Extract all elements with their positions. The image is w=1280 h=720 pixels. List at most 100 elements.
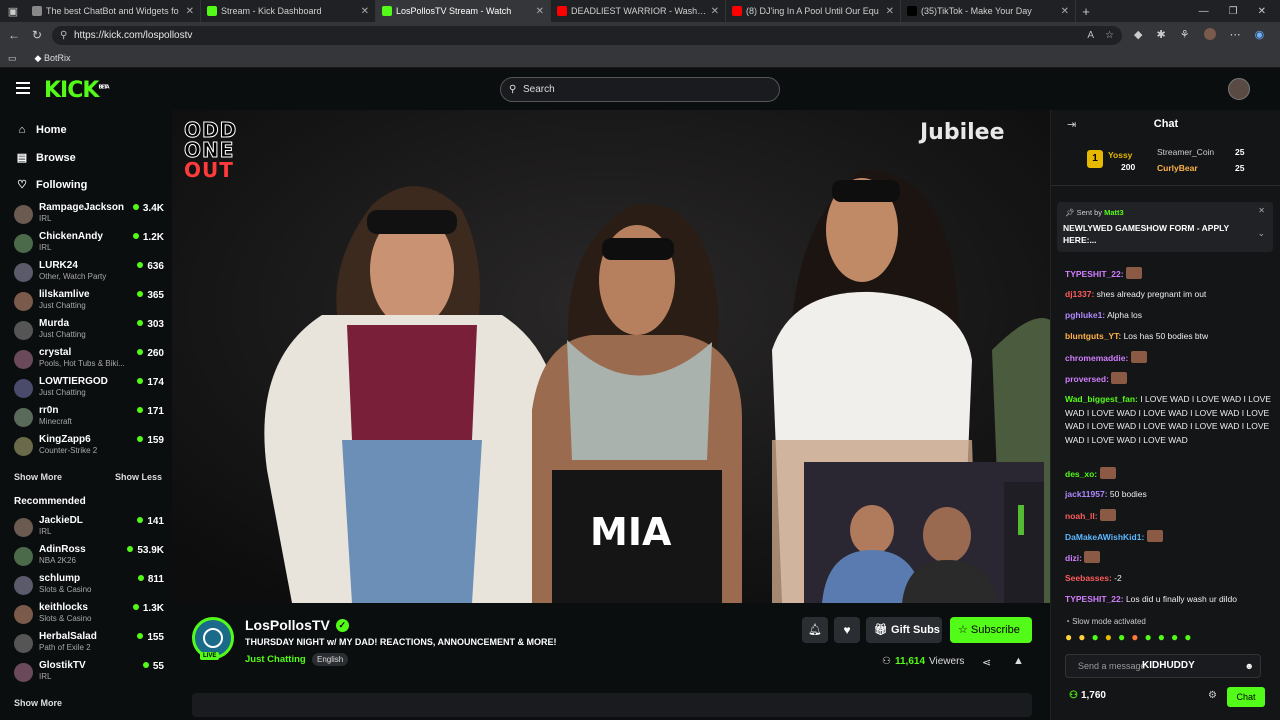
language-tag[interactable]: English [312, 653, 349, 666]
leader-1-name[interactable]: Yossy [1108, 150, 1132, 160]
channel-name[interactable]: LosPollosTV [245, 617, 330, 633]
chat-username[interactable]: noah_ll: [1065, 511, 1098, 521]
chat-username[interactable]: des_xo: [1065, 469, 1097, 479]
chat-message[interactable]: proversed: [1065, 372, 1275, 387]
emote-icon[interactable]: ● [1078, 630, 1085, 648]
more-menu-icon[interactable]: ⋯ [1230, 28, 1241, 41]
channel-item[interactable]: JackieDL IRL 141 [14, 515, 164, 543]
expand-chevron-icon[interactable]: ⌄ [1257, 228, 1265, 239]
chat-username[interactable]: TYPESHIT_22: [1065, 594, 1124, 604]
chat-message[interactable]: Wad_biggest_fan: I LOVE WAD I LOVE WAD I… [1065, 393, 1275, 447]
menu-icon[interactable] [16, 82, 30, 94]
read-aloud-icon[interactable]: A [1087, 26, 1094, 45]
emote-icon[interactable]: ● [1105, 630, 1112, 648]
browser-tab[interactable]: Stream - Kick Dashboard ✕ [201, 0, 376, 22]
channel-item[interactable]: lilskamlive Just Chatting 365 [14, 289, 164, 317]
subscribe-button[interactable]: ☆ Subscribe [950, 617, 1032, 643]
collections-icon[interactable]: ⚘ [1180, 28, 1190, 41]
emote-icon[interactable]: ● [1131, 630, 1138, 648]
profile-avatar[interactable] [1203, 28, 1216, 40]
chat-username[interactable]: bluntguts_YT: [1065, 331, 1121, 341]
browser-tab[interactable]: LosPollosTV Stream - Watch ✕ [376, 0, 551, 22]
extensions-puzzle-icon[interactable]: ✱ [1156, 28, 1165, 41]
emote-icon[interactable]: ● [1158, 630, 1165, 648]
report-icon[interactable]: ▲ [1013, 655, 1024, 667]
share-icon[interactable]: ⋖ [982, 656, 991, 669]
chat-message[interactable]: noah_ll: [1065, 509, 1275, 524]
chat-message[interactable]: TYPESHIT_22: [1065, 267, 1275, 282]
emoji-picker-icon[interactable]: ☻ [1245, 655, 1254, 677]
chat-username[interactable]: Wad_biggest_fan: [1065, 394, 1138, 404]
bookmark-botrix[interactable]: ◆ BotRix [35, 53, 71, 64]
channel-item[interactable]: crystal Pools, Hot Tubs & Biki... 260 [14, 347, 164, 375]
leader-3-name[interactable]: CurlyBear [1157, 163, 1198, 173]
tab-actions-icon[interactable]: ▣ [0, 5, 26, 18]
user-avatar[interactable] [1228, 78, 1250, 100]
browser-tab[interactable]: DEADLIEST WARRIOR - Washingt ✕ [551, 0, 726, 22]
search-input[interactable]: ⚲ Search [500, 77, 780, 102]
nav-item-browse[interactable]: ▤ Browse [16, 151, 76, 165]
chat-message[interactable]: Seebasses: -2 [1065, 572, 1275, 586]
browser-tab[interactable]: (8) DJ'ing In A Pool Until Our Equ ✕ [726, 0, 901, 22]
send-chat-button[interactable]: Chat [1227, 687, 1265, 707]
gift-subs-button[interactable]: 🎁︎ Gift Subs [866, 617, 942, 643]
minimize-icon[interactable]: — [1199, 6, 1209, 17]
chat-username[interactable]: dizi: [1065, 553, 1082, 563]
chat-message[interactable]: chromemaddie: [1065, 351, 1275, 366]
channel-item[interactable]: ChickenAndy IRL 1.2K [14, 231, 164, 259]
emote-icon[interactable]: ● [1171, 630, 1178, 648]
unpin-icon[interactable]: ✕ [1258, 206, 1265, 215]
chat-username[interactable]: proversed: [1065, 374, 1109, 384]
channel-item[interactable]: KingZapp6 Counter-Strike 2 159 [14, 434, 164, 462]
channel-item[interactable]: GlostikTV IRL 55 [14, 660, 164, 688]
tab-close-icon[interactable]: ✕ [1061, 6, 1069, 17]
site-info-icon[interactable]: ⚲ [60, 26, 67, 45]
channel-item[interactable]: Murda Just Chatting 303 [14, 318, 164, 346]
copilot-icon[interactable]: ◉ [1255, 28, 1265, 41]
tab-close-icon[interactable]: ✕ [536, 6, 544, 17]
pinned-message[interactable]: 📌︎ Sent by Matt3 NEWLYWED GAMESHOW FORM … [1057, 202, 1273, 252]
notification-bell-icon[interactable]: 🔔︎ [802, 617, 828, 643]
chat-username[interactable]: DaMakeAWishKid1: [1065, 532, 1144, 542]
show-less-button[interactable]: Show Less [115, 472, 162, 482]
category-link[interactable]: Just Chatting [245, 654, 306, 665]
nav-item-home[interactable]: ⌂ Home [16, 124, 67, 136]
chat-message[interactable]: TYPESHIT_22: Los did u finally wash ur d… [1065, 593, 1275, 607]
extension-icon[interactable]: ◆ [1134, 28, 1142, 41]
tab-close-icon[interactable]: ✕ [361, 6, 369, 17]
chat-message[interactable]: dj1337: shes already pregnant im out [1065, 288, 1275, 302]
show-more-recommended-button[interactable]: Show More [14, 698, 62, 708]
emote-icon[interactable]: ● [1145, 630, 1152, 648]
chat-input[interactable]: Send a message KIDHUDDY ☻ [1065, 654, 1261, 678]
chat-username[interactable]: TYPESHIT_22: [1065, 269, 1124, 279]
emote-icon[interactable]: ● [1065, 630, 1072, 648]
chat-settings-icon[interactable]: ⚙ [1208, 690, 1217, 701]
follow-heart-icon[interactable]: ♥ [834, 617, 860, 643]
channel-item[interactable]: schlump Slots & Casino 811 [14, 573, 164, 601]
browser-tab[interactable]: The best ChatBot and Widgets fo ✕ [26, 0, 201, 22]
chat-username[interactable]: Seebasses: [1065, 573, 1112, 583]
restore-icon[interactable]: ❐ [1229, 6, 1238, 17]
chat-message[interactable]: dizi: [1065, 551, 1275, 566]
chat-message[interactable]: pghluke1: Alpha los [1065, 309, 1275, 323]
channel-item[interactable]: rr0n Minecraft 171 [14, 405, 164, 433]
browser-tab[interactable]: (35)TikTok - Make Your Day ✕ [901, 0, 1076, 22]
tab-close-icon[interactable]: ✕ [186, 6, 194, 17]
close-window-icon[interactable]: ✕ [1258, 6, 1266, 17]
tab-close-icon[interactable]: ✕ [711, 6, 719, 17]
favorite-star-icon[interactable]: ☆ [1105, 26, 1114, 45]
channel-item[interactable]: AdinRoss NBA 2K26 53.9K [14, 544, 164, 572]
channel-points[interactable]: ⚇ 1,760 [1069, 690, 1106, 701]
kick-logo[interactable]: KICKBETA [44, 78, 110, 103]
reload-icon[interactable]: ↻ [32, 28, 42, 42]
back-icon[interactable]: ← [8, 28, 20, 42]
new-tab-icon[interactable]: + [1076, 4, 1096, 19]
channel-item[interactable]: RampageJackson IRL 3.4K [14, 202, 164, 230]
chat-message[interactable]: DaMakeAWishKid1: [1065, 530, 1275, 545]
chat-username[interactable]: pghluke1: [1065, 310, 1105, 320]
sidebar-toggle-icon[interactable]: ▭ [8, 53, 17, 64]
chat-username[interactable]: chromemaddie: [1065, 353, 1128, 363]
leader-2-name[interactable]: Streamer_Coin [1157, 147, 1214, 157]
emote-icon[interactable]: ● [1184, 630, 1191, 648]
chat-username[interactable]: jack11957: [1065, 489, 1108, 499]
